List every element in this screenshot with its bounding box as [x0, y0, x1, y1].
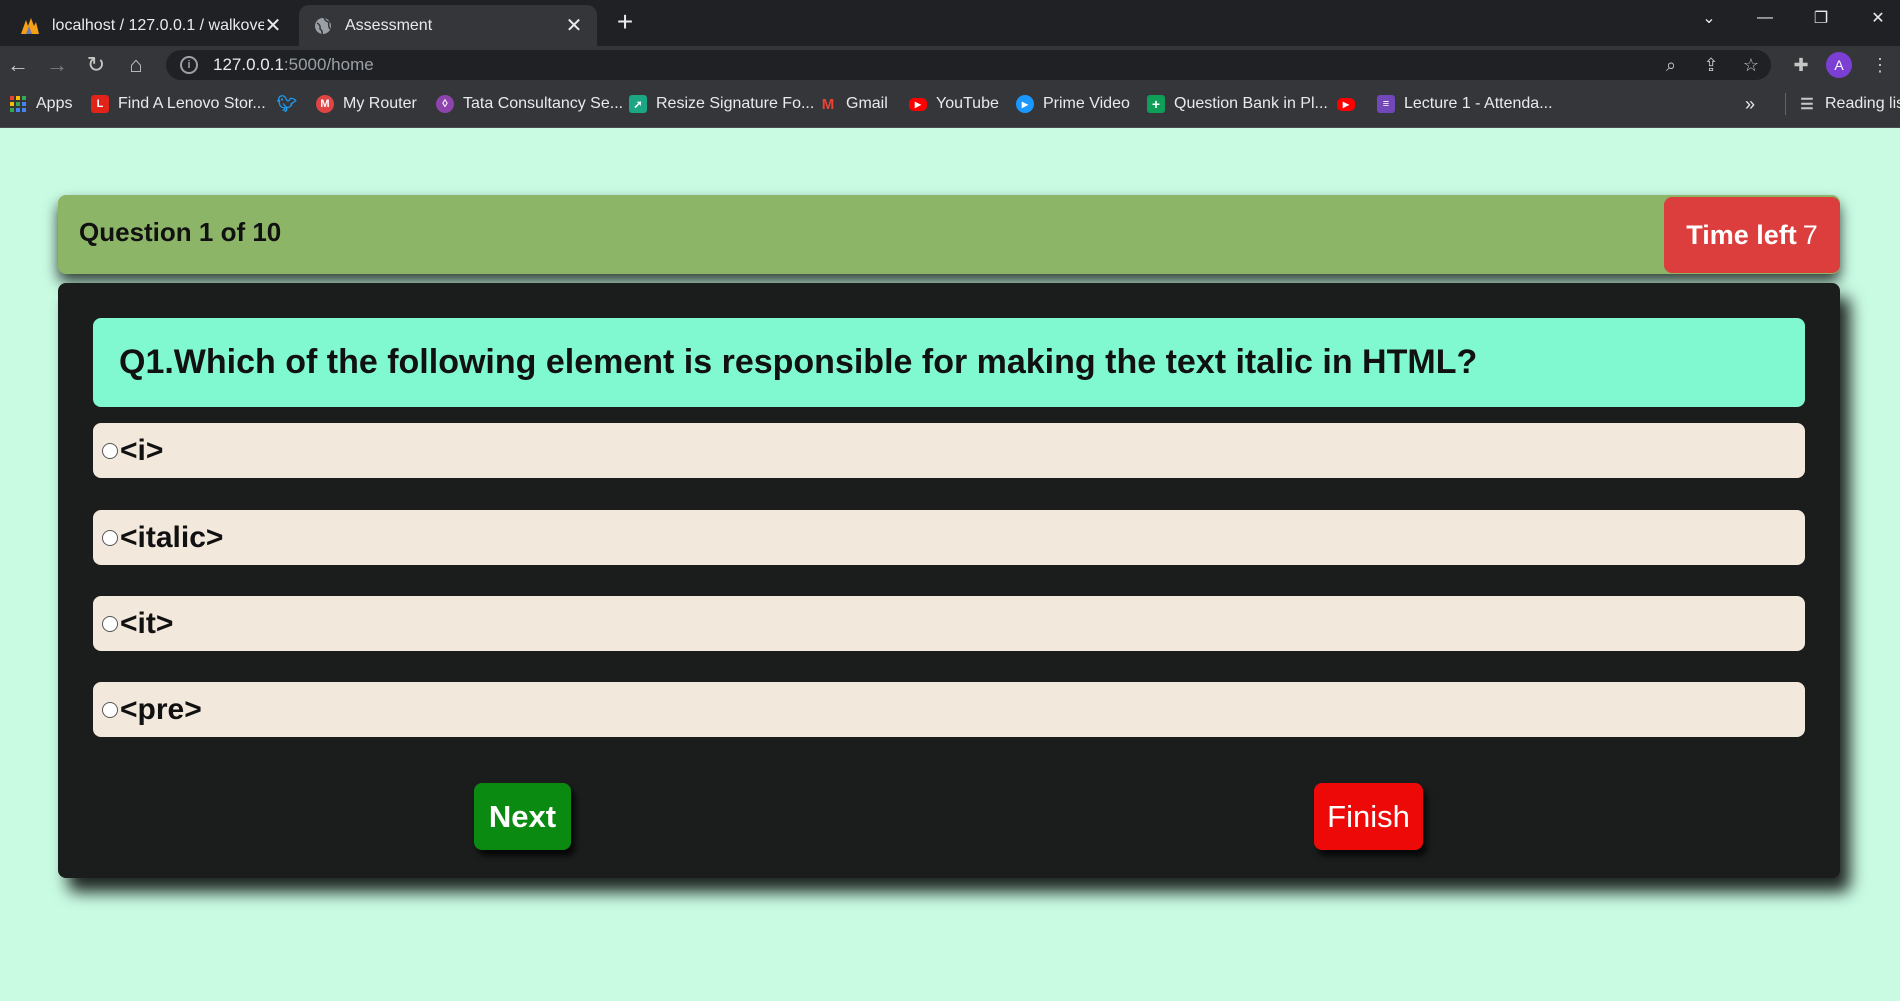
twitter-icon: 🐦︎ — [276, 96, 298, 113]
apps-grid-icon — [9, 95, 27, 113]
bookmark-label: Gmail — [846, 95, 888, 112]
radio-button[interactable] — [102, 529, 118, 546]
bookmark-label: YouTube — [936, 95, 999, 112]
option-label: <pre> — [120, 692, 202, 726]
router-icon: M — [316, 95, 334, 113]
option-label: <it> — [120, 606, 174, 640]
bookmark-tcs[interactable]: ◊ Tata Consultancy Se... — [436, 84, 623, 124]
gmail-icon: M — [821, 95, 835, 113]
bookmarks-bar: Apps L Find A Lenovo Stor... 🐦︎ M My Rou… — [0, 84, 1900, 128]
bookmark-apps[interactable]: Apps — [9, 84, 72, 124]
back-icon[interactable]: ← — [3, 50, 33, 80]
reload-icon[interactable]: ↻ — [81, 50, 111, 80]
restore-icon[interactable]: ❐ — [1801, 0, 1841, 36]
site-info-icon[interactable]: i — [180, 56, 198, 74]
minimize-icon[interactable]: — — [1745, 0, 1785, 36]
zoom-icon[interactable]: ⌕ — [1656, 50, 1686, 80]
bookmark-twitter[interactable]: 🐦︎ — [276, 84, 305, 124]
bookmark-label: Lecture 1 - Attenda... — [1404, 95, 1553, 112]
bookmark-label: Apps — [36, 95, 73, 112]
timer-value: 7 — [1802, 219, 1818, 250]
home-icon[interactable]: ⌂ — [121, 50, 151, 80]
timer-label: Time left — [1686, 219, 1797, 250]
close-window-icon[interactable]: ✕ — [1858, 0, 1898, 36]
answer-option-4[interactable]: <pre> — [93, 682, 1805, 737]
close-tab-icon[interactable]: ✕ — [565, 13, 583, 38]
bookmark-prime-video[interactable]: ▶ Prime Video — [1016, 84, 1130, 124]
extensions-icon[interactable]: ✚ — [1786, 50, 1816, 80]
youtube-icon: ▶ — [909, 97, 927, 111]
bookmark-label: Resize Signature Fo... — [656, 95, 815, 112]
forms-icon: ≡ — [1377, 95, 1395, 113]
tab-phpmyadmin[interactable]: localhost / 127.0.0.1 / walkover_a ✕ — [6, 5, 296, 46]
forward-icon[interactable]: → — [42, 50, 72, 80]
bookmark-gmail[interactable]: M Gmail — [819, 84, 888, 124]
answer-option-3[interactable]: <it> — [93, 596, 1805, 651]
avatar[interactable]: A — [1826, 52, 1852, 78]
timer-badge: Time left 7 — [1664, 197, 1840, 273]
bookmark-label: My Router — [343, 95, 417, 112]
bookmark-resize-signature[interactable]: ➚ Resize Signature Fo... — [629, 84, 814, 124]
bookmark-youtube[interactable]: ▶ YouTube — [909, 84, 999, 124]
tab-title: localhost / 127.0.0.1 / walkover_a — [52, 16, 264, 34]
question-progress: Question 1 of 10 — [79, 217, 282, 247]
prime-video-icon: ▶ — [1016, 95, 1034, 113]
new-tab-icon[interactable]: + — [612, 6, 638, 38]
sheets-icon: + — [1147, 95, 1165, 113]
bookmark-youtube-2[interactable]: ▶ — [1337, 84, 1364, 124]
reading-list-icon: ☰ — [1800, 96, 1814, 113]
option-label: <italic> — [120, 520, 224, 554]
resize-icon: ➚ — [629, 95, 647, 113]
question-text: Q1.Which of the following element is res… — [119, 343, 1478, 381]
bookmark-question-bank[interactable]: + Question Bank in Pl... — [1147, 84, 1328, 124]
bookmark-label: Tata Consultancy Se... — [463, 95, 624, 112]
radio-button[interactable] — [102, 442, 118, 459]
url-host: 127.0.0.1 — [213, 55, 284, 74]
question-panel: Q1.Which of the following element is res… — [58, 283, 1840, 878]
option-label: <i> — [120, 433, 164, 467]
reading-list-label: Reading list — [1825, 95, 1900, 112]
bookmark-label: Find A Lenovo Stor... — [118, 95, 266, 112]
lenovo-icon: L — [91, 95, 109, 113]
radio-button[interactable] — [102, 701, 118, 718]
tcs-icon: ◊ — [436, 95, 454, 113]
globe-icon — [313, 16, 333, 36]
tab-assessment[interactable]: Assessment ✕ — [299, 5, 597, 46]
bookmark-label: Question Bank in Pl... — [1174, 95, 1328, 112]
close-tab-icon[interactable]: ✕ — [264, 13, 282, 38]
tab-strip: localhost / 127.0.0.1 / walkover_a ✕ Ass… — [0, 0, 1900, 46]
quiz-container: Question 1 of 10 Time left 7 Q1.Which of… — [58, 195, 1840, 880]
share-icon[interactable]: ⇪ — [1696, 50, 1726, 80]
answer-option-1[interactable]: <i> — [93, 423, 1805, 478]
bookmarks-overflow-icon[interactable]: » — [1745, 84, 1755, 124]
browser-toolbar: ← → ↻ ⌂ i 127.0.0.1:5000/home ⌕ ⇪ ☆ ✚ ⋮ — [0, 46, 1900, 84]
tab-title: Assessment — [345, 16, 433, 34]
youtube-icon: ▶ — [1337, 97, 1355, 111]
bookmark-lenovo[interactable]: L Find A Lenovo Stor... — [91, 84, 266, 124]
next-button[interactable]: Next — [474, 783, 571, 850]
reading-list[interactable]: ☰ Reading list — [1785, 93, 1900, 115]
phpmyadmin-icon — [20, 16, 40, 36]
bookmark-router[interactable]: M My Router — [316, 84, 417, 124]
answer-option-2[interactable]: <italic> — [93, 510, 1805, 565]
menu-icon[interactable]: ⋮ — [1865, 50, 1895, 80]
bookmark-star-icon[interactable]: ☆ — [1736, 50, 1766, 80]
address-bar[interactable]: i 127.0.0.1:5000/home — [166, 50, 1771, 80]
question-box: Q1.Which of the following element is res… — [93, 318, 1805, 407]
url-path: :5000/home — [283, 55, 374, 74]
tab-search-icon[interactable]: ⌄ — [1689, 0, 1729, 36]
quiz-header: Question 1 of 10 Time left 7 — [58, 195, 1840, 274]
finish-button[interactable]: Finish — [1314, 783, 1423, 850]
radio-button[interactable] — [102, 615, 118, 632]
bookmark-label: Prime Video — [1043, 95, 1130, 112]
bookmark-lecture[interactable]: ≡ Lecture 1 - Attenda... — [1377, 84, 1553, 124]
